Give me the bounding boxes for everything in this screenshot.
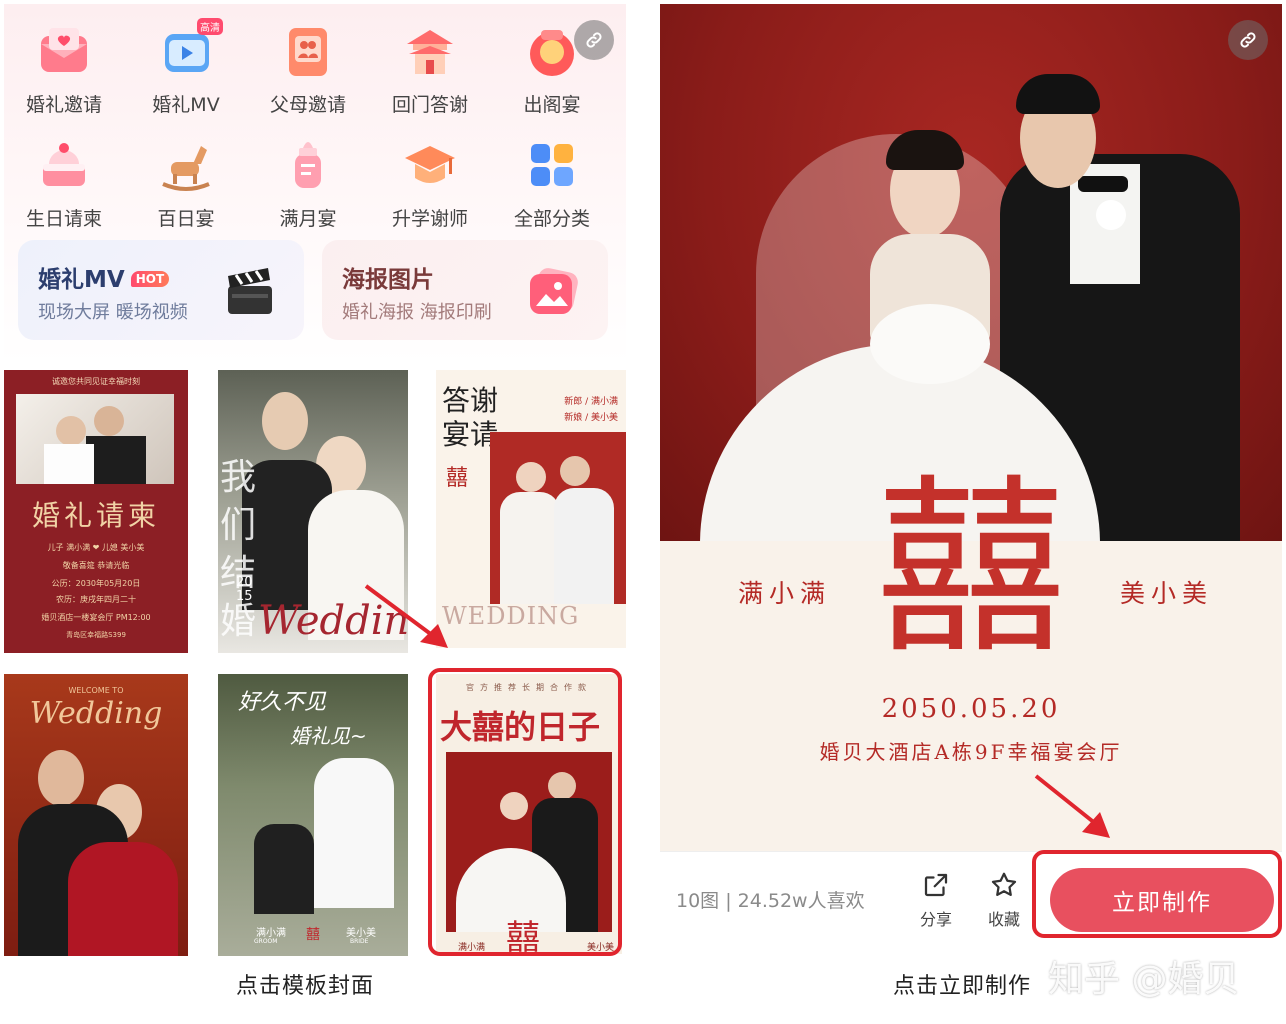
category-birthday-invite[interactable]: 生日请柬	[4, 136, 124, 231]
wedding-venue: 婚贝大酒店A栋9F幸福宴会厅	[819, 740, 1123, 764]
category-label: 婚礼MV	[152, 94, 220, 116]
promo-card-poster[interactable]: 海报图片 婚礼海报 海报印刷	[322, 240, 608, 340]
grid-apps-icon	[523, 136, 581, 194]
groom-name: 满小满	[738, 579, 832, 608]
promo-subtitle: 现场大屏 暖场视频	[38, 302, 188, 323]
share-label: 分享	[919, 910, 952, 929]
template-groom: 新郎 / 满小满	[564, 397, 618, 407]
category-graduation-thanks[interactable]: 升学谢师	[370, 136, 490, 231]
category-full-moon[interactable]: 满月宴	[248, 136, 368, 231]
template-stats: 10图 | 24.52w人喜欢	[676, 890, 865, 912]
template-detail-screen: 囍 满小满 美小美 2050.05.20 婚贝大酒店A栋9F幸福宴会厅 10图 …	[660, 4, 1282, 958]
template-top-text: 诚邀您共同见证幸福时刻	[52, 377, 140, 386]
category-label: 全部分类	[513, 208, 590, 230]
template-photo	[262, 392, 308, 450]
category-label: 父母邀请	[269, 94, 346, 116]
category-farewell-banquet[interactable]: 出阁宴	[492, 22, 612, 117]
rocking-horse-icon	[157, 136, 215, 194]
category-hundred-days[interactable]: 百日宴	[126, 136, 246, 231]
parents-card-icon	[279, 22, 337, 80]
video-play-icon: 高清	[157, 18, 223, 80]
template-card-5[interactable]: 好久不见 婚礼见~ 满小满 GROOM 囍 美小美 BRIDE	[218, 674, 408, 956]
red-pouch-icon	[523, 22, 581, 80]
category-wedding-mv[interactable]: 高清 婚礼MV	[126, 18, 246, 117]
template-photo	[314, 758, 394, 908]
promo-subtitle: 婚礼海报 海报印刷	[342, 302, 492, 323]
double-happiness-symbol: 囍	[875, 458, 1066, 679]
template-line: 公历：2030年05月20日	[51, 579, 141, 588]
category-label: 百日宴	[157, 208, 215, 230]
template-handwriting: 婚礼见~	[290, 724, 367, 748]
category-all[interactable]: 全部分类	[492, 136, 612, 231]
template-photo	[16, 394, 174, 484]
screenshot-composite: 婚礼邀请 高清 婚礼MV 父母邀请 回门答谢 出阁宴 生日请柬 百日宴 满月宴 …	[0, 0, 1286, 1024]
highlight-frame-template	[428, 668, 622, 956]
category-return-thanks[interactable]: 回门答谢	[370, 22, 490, 117]
category-wedding-invite[interactable]: 婚礼邀请	[4, 22, 124, 117]
template-groom: 满小满	[256, 928, 286, 939]
category-label: 婚礼邀请	[25, 94, 102, 116]
arrow-annotation-right	[1034, 774, 1110, 838]
graduation-cap-icon	[401, 136, 459, 194]
template-line: 敬备喜筵 恭请光临	[62, 561, 130, 570]
template-bride: 新娘 / 美小美	[564, 413, 618, 423]
hd-badge: 高清	[197, 18, 223, 35]
template-line: 婚贝酒店一楼宴会厅 PM12:00	[41, 613, 151, 622]
star-icon	[991, 872, 1017, 896]
template-sub: WELCOME TO	[68, 686, 124, 695]
xi-icon: 囍	[306, 927, 320, 943]
hot-badge: HOT	[130, 271, 170, 287]
category-label: 升学谢师	[391, 208, 468, 230]
category-label: 满月宴	[279, 208, 337, 230]
link-icon	[1240, 32, 1256, 48]
xi-icon: 囍	[446, 466, 469, 491]
bride-name: 美小美	[1120, 579, 1214, 608]
template-title: 婚礼请柬	[31, 499, 160, 532]
promo-card-wedding-mv[interactable]: 婚礼MV HOT 现场大屏 暖场视频	[18, 240, 304, 340]
share-button[interactable]: 分享	[908, 870, 964, 930]
baby-bottle-icon	[279, 136, 337, 194]
template-script: Wedding	[29, 696, 163, 731]
category-parents-invite[interactable]: 父母邀请	[248, 22, 368, 117]
caption-left: 点击模板封面	[236, 974, 375, 999]
caption-right: 点击立即制作	[893, 974, 1032, 999]
template-photo	[38, 750, 84, 806]
template-title: 我们结婚	[220, 457, 257, 642]
template-line: 青岛区幸福路S399	[66, 631, 126, 639]
template-names: 儿子 满小满 ❤ 儿媳 美小美	[47, 543, 145, 552]
highlight-frame-button	[1032, 850, 1282, 938]
template-card-3[interactable]: 答谢 宴请 新郎 / 满小满 新娘 / 美小美 囍 WEDDING	[436, 370, 626, 648]
pavilion-icon	[401, 22, 459, 80]
template-groom-en: GROOM	[254, 938, 278, 945]
favorite-button[interactable]: 收藏	[976, 870, 1032, 930]
birthday-cake-icon	[35, 136, 93, 194]
watermark: 知乎 @婚贝	[1048, 959, 1240, 1000]
clapperboard-icon	[228, 268, 272, 314]
envelope-heart-icon	[35, 22, 93, 80]
template-card-4[interactable]: WELCOME TO Wedding	[4, 674, 188, 956]
promo-title: 婚礼MV HOT	[38, 260, 170, 294]
template-card-1[interactable]: 诚邀您共同见证幸福时刻 婚礼请柬 儿子 满小满 ❤ 儿媳 美小美 敬备喜筵 恭请…	[4, 370, 188, 653]
template-bride-en: BRIDE	[350, 938, 369, 945]
template-handwriting: 好久不见	[238, 690, 327, 715]
share-icon	[924, 873, 948, 897]
category-label: 出阁宴	[523, 94, 581, 116]
wedding-date: 2050.05.20	[881, 694, 1061, 724]
promo-title: 海报图片	[342, 267, 434, 293]
template-date: 20 15	[236, 575, 253, 604]
picture-icon	[530, 268, 578, 314]
template-line: 农历：庚戌年四月二十	[56, 595, 136, 604]
template-photo	[490, 432, 626, 604]
template-bride: 美小美	[346, 928, 376, 939]
category-label: 生日请柬	[25, 208, 102, 230]
favorite-label: 收藏	[987, 910, 1020, 929]
category-label: 回门答谢	[391, 94, 468, 116]
mini-program-link-button[interactable]	[1228, 20, 1268, 60]
template-script: WEDDING	[442, 602, 580, 630]
arrow-annotation-left	[364, 584, 448, 648]
